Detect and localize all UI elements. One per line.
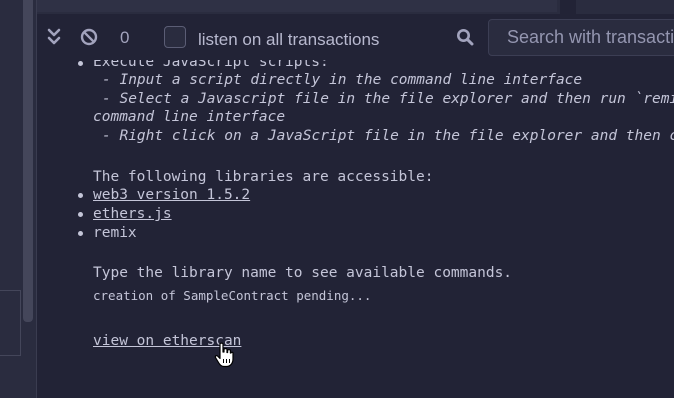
library-link-web3[interactable]: web3 version 1.5.2 (93, 186, 250, 204)
side-panel-box (0, 290, 21, 356)
script-item: - Input a script directly in the command… (102, 72, 583, 88)
hand-pointer-icon (214, 342, 234, 368)
scripts-heading: Execute JavaScript scripts: (93, 60, 329, 70)
bullet (78, 193, 83, 198)
ban-icon[interactable] (80, 28, 98, 46)
terminal-toolbar: 0 listen on all transactions (37, 14, 674, 60)
script-item: - Right click on a JavaScript file in th… (102, 128, 674, 144)
bullet (78, 212, 83, 217)
library-link-ethers[interactable]: ethers.js (93, 205, 172, 223)
library-item-remix: remix (93, 225, 137, 241)
transaction-search-field[interactable] (488, 19, 674, 56)
listen-all-transactions-label[interactable]: listen on all transactions (198, 30, 379, 50)
search-icon (456, 28, 474, 46)
active-tab[interactable] (37, 0, 557, 12)
listen-all-transactions-checkbox[interactable] (164, 26, 186, 48)
pending-transactions-count: 0 (120, 28, 130, 47)
libraries-heading: The following libraries are accessible: (93, 169, 434, 185)
script-item: - Select a Javascript file in the file e… (102, 91, 674, 107)
script-item-continued: command line interface (93, 109, 286, 125)
remix-terminal-app: 0 listen on all transactions Execute Jav… (0, 0, 674, 398)
transaction-search-input[interactable] (489, 20, 674, 55)
tab-gap (560, 0, 576, 14)
bullet (78, 231, 83, 236)
double-chevron-down-icon[interactable] (46, 27, 62, 47)
side-panel-scrollbar-thumb[interactable] (23, 0, 33, 322)
pending-transaction-message: creation of SampleContract pending... (93, 288, 372, 303)
terminal-output[interactable]: Execute JavaScript scripts: - Input a sc… (37, 60, 674, 398)
library-usage-hint: Type the library name to see available c… (93, 265, 513, 281)
bullet (78, 61, 83, 66)
